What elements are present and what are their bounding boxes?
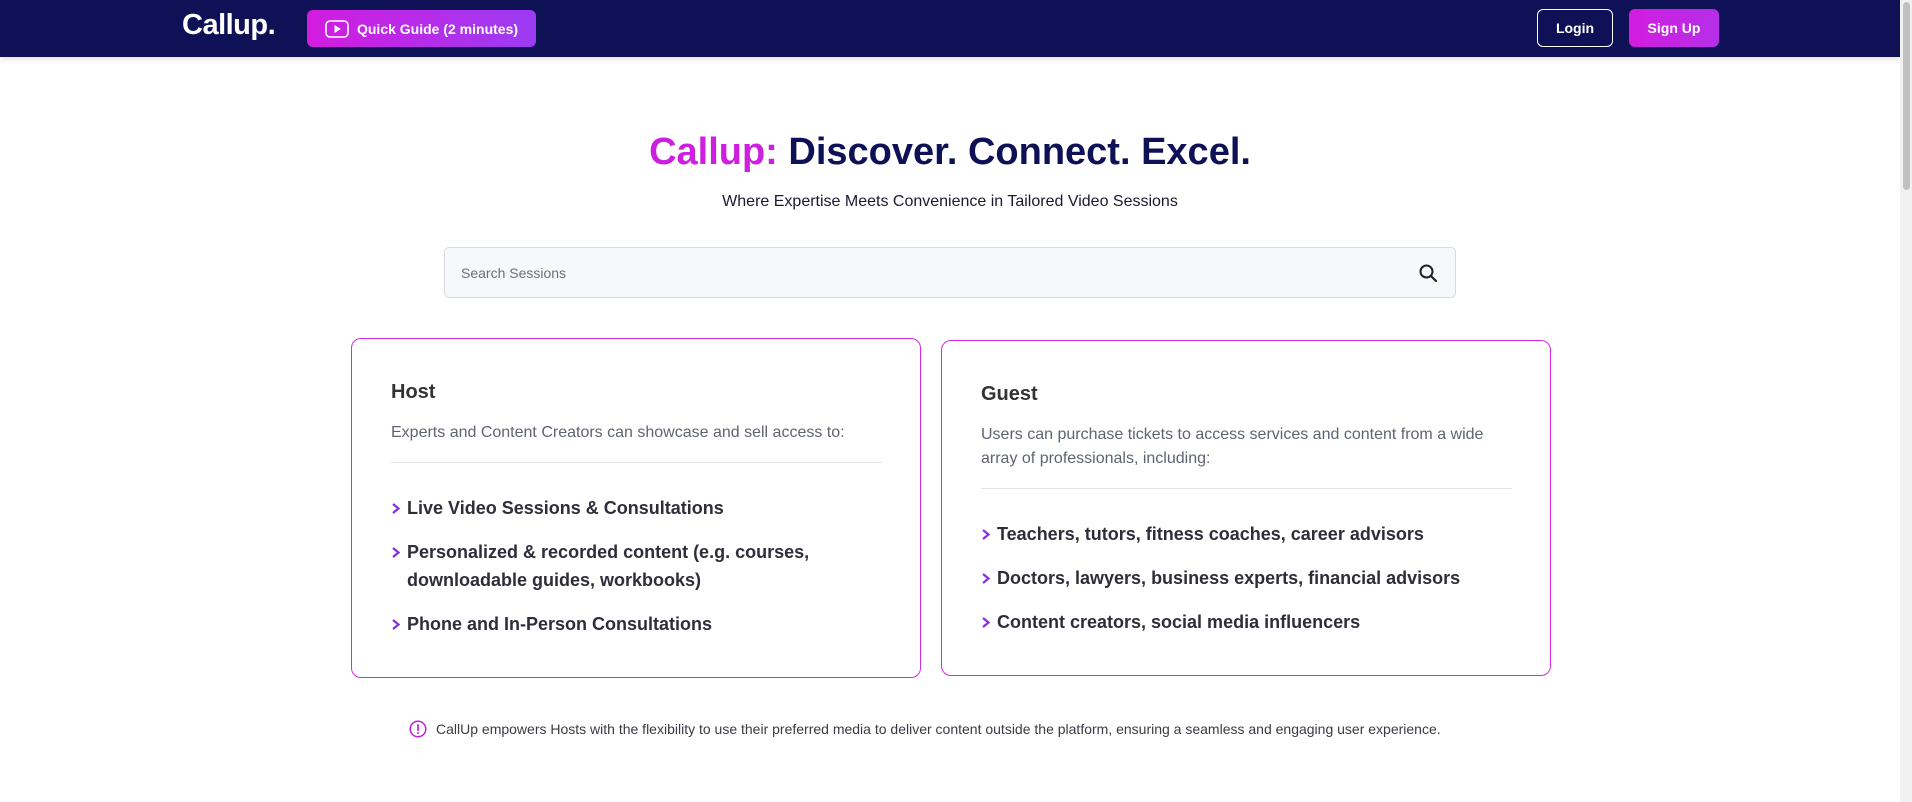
chevron-right-icon [982, 529, 991, 540]
host-list-item-text: Personalized & recorded content (e.g. co… [407, 542, 810, 590]
search-icon[interactable] [1418, 263, 1438, 283]
chevron-right-icon [982, 573, 991, 584]
page: Callup. Quick Guide (2 minutes) Login Si… [0, 0, 1912, 802]
guest-list-item: Teachers, tutors, fitness coaches, caree… [981, 520, 1521, 548]
scrollbar-thumb[interactable] [1903, 2, 1910, 190]
guest-card-title: Guest [981, 383, 1038, 405]
guest-card-description: Users can purchase tickets to access ser… [981, 426, 1484, 467]
top-navbar: Callup. Quick Guide (2 minutes) Login Si… [0, 0, 1900, 57]
host-list-item-text: Live Video Sessions & Consultations [407, 498, 724, 518]
guest-card-list: Teachers, tutors, fitness coaches, caree… [981, 520, 1521, 636]
logo[interactable]: Callup. [182, 9, 276, 42]
hero-title-accent: Callup: [649, 131, 778, 173]
search-input[interactable] [445, 248, 1385, 297]
info-note: CallUp empowers Hosts with the flexibili… [409, 718, 1441, 740]
chevron-right-icon [392, 619, 401, 630]
hero-subtitle: Where Expertise Meets Convenience in Tai… [722, 193, 1178, 210]
hero-title-tagline: Discover. Connect. Excel. [788, 131, 1251, 173]
host-card-description: Experts and Content Creators can showcas… [391, 424, 845, 441]
guest-card: Guest Users can purchase tickets to acce… [941, 340, 1551, 676]
sign-up-button[interactable]: Sign Up [1629, 9, 1719, 47]
guest-card-divider [981, 488, 1512, 489]
quick-guide-label: Quick Guide (2 minutes) [356, 20, 519, 37]
host-card: Host Experts and Content Creators can sh… [351, 338, 921, 678]
info-note-text: CallUp empowers Hosts with the flexibili… [436, 721, 1441, 737]
guest-list-item-text: Doctors, lawyers, business experts, fina… [997, 568, 1461, 588]
guest-list-item-text: Teachers, tutors, fitness coaches, caree… [997, 524, 1424, 544]
host-list-item: Personalized & recorded content (e.g. co… [391, 538, 861, 594]
play-icon [325, 19, 349, 38]
quick-guide-button[interactable]: Quick Guide (2 minutes) [307, 10, 536, 47]
chevron-right-icon [392, 503, 401, 514]
host-list-item: Phone and In-Person Consultations [391, 610, 861, 638]
chevron-right-icon [982, 617, 991, 628]
chevron-right-icon [392, 547, 401, 558]
guest-list-item: Doctors, lawyers, business experts, fina… [981, 564, 1521, 592]
guest-list-item-text: Content creators, social media influence… [997, 612, 1361, 632]
hero-title: Callup: Discover. Connect. Excel. [0, 131, 1900, 174]
host-list-item: Live Video Sessions & Consultations [391, 494, 861, 522]
info-icon [409, 720, 427, 738]
host-list-item-text: Phone and In-Person Consultations [407, 614, 713, 634]
login-button[interactable]: Login [1537, 9, 1613, 47]
search-bar [444, 247, 1456, 298]
host-card-list: Live Video Sessions & Consultations Pers… [391, 494, 861, 638]
host-card-title: Host [391, 381, 436, 403]
guest-list-item: Content creators, social media influence… [981, 608, 1521, 636]
host-card-divider [391, 462, 882, 463]
